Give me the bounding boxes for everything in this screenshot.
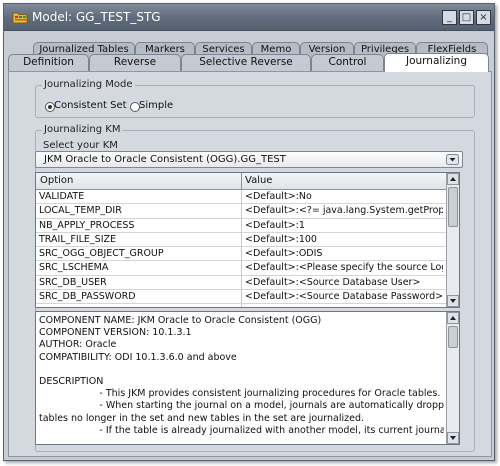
description-line: AUTHOR: Oracle bbox=[39, 339, 117, 351]
option-name: SRC_LSCHEMA bbox=[39, 262, 109, 274]
journalizing-km-title: Journalizing KM bbox=[42, 124, 123, 135]
option-value[interactable]: <Default>:ODIS bbox=[245, 248, 443, 259]
description-line: COMPATIBILITY: ODI 10.1.3.6.0 and above bbox=[39, 351, 237, 363]
description-line: - This JKM provides consistent journaliz… bbox=[39, 388, 441, 400]
folder-model-icon bbox=[12, 12, 28, 24]
scroll-down-icon[interactable] bbox=[447, 432, 459, 444]
tab-reverse[interactable]: Reverse bbox=[89, 54, 181, 71]
title-bar[interactable]: Model: GG_TEST_STG _ □ × bbox=[4, 4, 494, 31]
maximize-icon[interactable]: □ bbox=[459, 10, 474, 25]
chevron-down-icon[interactable] bbox=[446, 154, 459, 165]
km-select-value: JKM Oracle to Oracle Consistent (OGG).GG… bbox=[44, 154, 286, 165]
minimize-icon[interactable]: _ bbox=[442, 10, 457, 25]
option-value[interactable]: <Default>:<?= java.lang.System.getProper… bbox=[245, 205, 443, 216]
options-table: Option Value VALIDATE <Default>:No LOCAL_… bbox=[35, 172, 460, 308]
option-value[interactable]: <Default>:No bbox=[245, 191, 443, 202]
column-divider[interactable] bbox=[241, 173, 242, 190]
scroll-down-icon[interactable] bbox=[447, 295, 459, 307]
description-line: tables no longer in the set and new tabl… bbox=[39, 412, 364, 424]
close-icon[interactable]: × bbox=[476, 10, 491, 25]
options-table-scrollbar[interactable] bbox=[446, 173, 459, 307]
description-line: - When starting the journal on a model, … bbox=[39, 400, 444, 412]
description-line: DESCRIPTION bbox=[39, 375, 104, 387]
description-line: COMPONENT VERSION: 10.1.3.1 bbox=[39, 327, 192, 339]
option-name: LOCAL_TEMP_DIR bbox=[39, 205, 122, 217]
column-header-value[interactable]: Value bbox=[245, 175, 272, 186]
window-title: Model: GG_TEST_STG bbox=[32, 10, 161, 24]
option-name: SRC_OGG_OBJECT_GROUP bbox=[39, 248, 164, 260]
option-value[interactable]: <Default>:<Source Database Password> bbox=[245, 291, 443, 302]
column-header-option[interactable]: Option bbox=[40, 175, 73, 186]
option-name: TRAIL_FILE_SIZE bbox=[39, 233, 117, 245]
scroll-up-icon[interactable] bbox=[447, 173, 459, 185]
description-scrollbar[interactable] bbox=[446, 312, 459, 444]
tab-journalizing[interactable]: Journalizing bbox=[384, 53, 489, 72]
tab-definition[interactable]: Definition bbox=[8, 54, 89, 71]
km-description-text: COMPONENT NAME: JKM Oracle to Oracle Con… bbox=[39, 315, 444, 437]
option-value[interactable]: <Default>:<Please specify the source Log… bbox=[245, 262, 443, 273]
scrollbar-thumb[interactable] bbox=[448, 187, 458, 227]
description-line: - If the table is already journalized wi… bbox=[99, 424, 444, 436]
scrollbar-thumb[interactable] bbox=[448, 326, 458, 348]
tab-selective-reverse[interactable]: Selective Reverse bbox=[181, 54, 311, 71]
scroll-up-icon[interactable] bbox=[447, 312, 459, 324]
option-name: SRC_DB_USER bbox=[39, 276, 107, 288]
journalizing-mode-title: Journalizing Mode bbox=[42, 79, 135, 90]
simple-label[interactable]: Simple bbox=[139, 100, 173, 111]
option-name: VALIDATE bbox=[39, 191, 85, 202]
description-line bbox=[39, 364, 444, 376]
option-value[interactable]: <Default>:<Source Database User> bbox=[245, 277, 443, 288]
description-line: COMPONENT NAME: JKM Oracle to Oracle Con… bbox=[39, 315, 322, 326]
select-km-label: Select your KM bbox=[43, 140, 118, 151]
options-table-header: Option Value bbox=[36, 173, 446, 190]
consistent-set-label[interactable]: Consistent Set bbox=[54, 100, 127, 111]
option-name: NB_APPLY_PROCESS bbox=[39, 219, 135, 231]
option-value[interactable]: <Default>:1 bbox=[245, 220, 443, 231]
km-description: COMPONENT NAME: JKM Oracle to Oracle Con… bbox=[35, 311, 460, 445]
column-grid-line bbox=[241, 190, 242, 307]
tab-control[interactable]: Control bbox=[311, 54, 384, 71]
option-name: SRC_DB_PASSWORD bbox=[39, 291, 136, 303]
option-value[interactable]: <Default>:100 bbox=[245, 234, 443, 245]
km-select[interactable]: JKM Oracle to Oracle Consistent (OGG).GG… bbox=[35, 151, 463, 168]
